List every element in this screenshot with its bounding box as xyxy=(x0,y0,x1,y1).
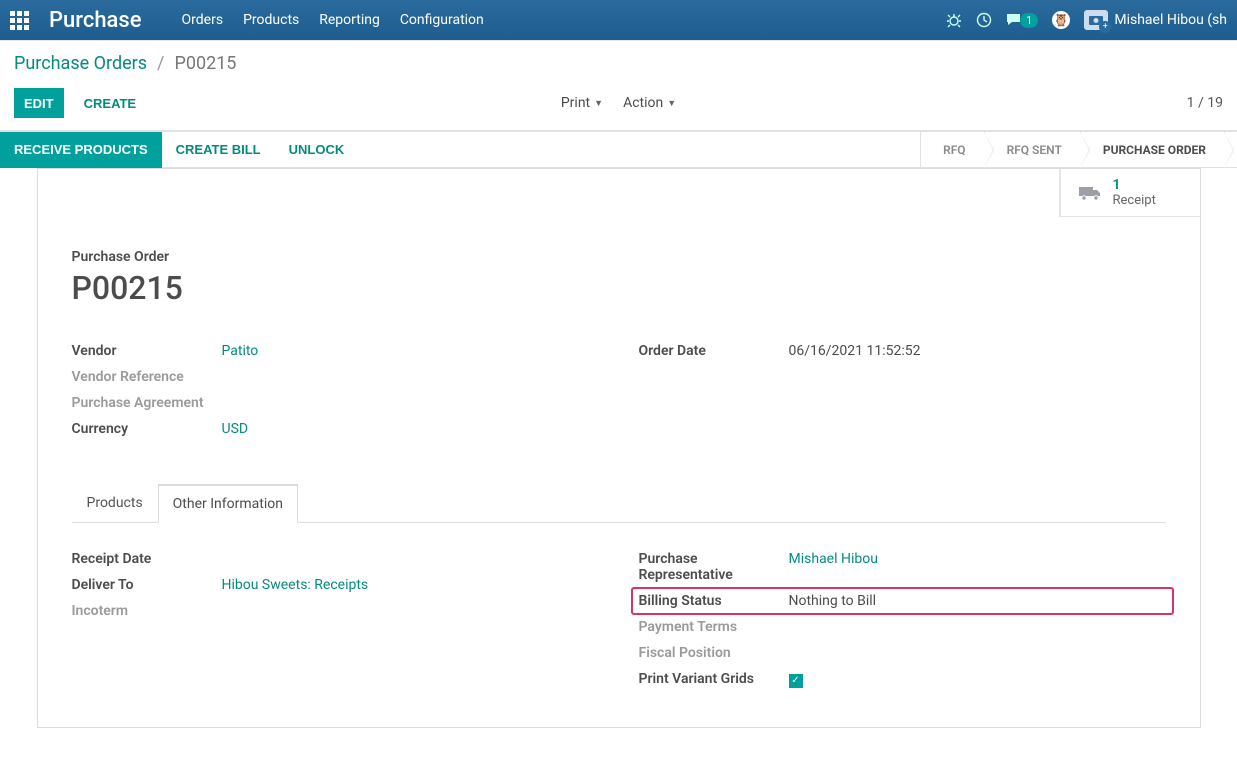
rep-label: Purchase Representative xyxy=(639,551,789,583)
messages-icon[interactable]: 1 xyxy=(1006,12,1038,28)
messages-badge: 1 xyxy=(1020,13,1038,28)
vendor-ref-value xyxy=(222,369,599,385)
action-dropdown[interactable]: Action▼ xyxy=(623,95,676,111)
create-bill-button[interactable]: CREATE BILL xyxy=(162,132,275,168)
menu-reporting[interactable]: Reporting xyxy=(319,12,380,28)
rep-value[interactable]: Mishael Hibou xyxy=(789,551,1166,583)
bug-icon[interactable] xyxy=(946,12,962,28)
print-dropdown[interactable]: Print▼ xyxy=(561,95,603,111)
tabs: Products Other Information xyxy=(72,483,1166,523)
breadcrumb-current: P00215 xyxy=(174,53,236,74)
status-step-rfq-sent[interactable]: RFQ SENT xyxy=(984,132,1080,167)
receive-products-button[interactable]: RECEIVE PRODUCTS xyxy=(0,132,162,168)
vendor-value[interactable]: Patito xyxy=(222,343,599,359)
payment-terms-value xyxy=(789,619,1166,635)
breadcrumb: Purchase Orders / P00215 xyxy=(14,53,1223,74)
main-menu: Orders Products Reporting Configuration xyxy=(182,12,484,28)
title-value: P00215 xyxy=(72,269,1166,307)
menu-configuration[interactable]: Configuration xyxy=(400,12,484,28)
clock-icon[interactable] xyxy=(976,12,992,28)
receipt-date-label: Receipt Date xyxy=(72,551,222,567)
unlock-button[interactable]: UNLOCK xyxy=(275,132,359,168)
print-variant-grids-value[interactable]: ✓ xyxy=(789,671,1166,688)
control-panel: Purchase Orders / P00215 EDIT CREATE Pri… xyxy=(0,40,1237,132)
fiscal-position-value xyxy=(789,645,1166,661)
agreement-label: Purchase Agreement xyxy=(72,395,222,411)
payment-terms-label: Payment Terms xyxy=(639,619,789,635)
user-menu[interactable]: + Mishael Hibou (sh xyxy=(1084,10,1227,30)
truck-icon xyxy=(1079,184,1103,202)
receipt-date-value xyxy=(222,551,599,567)
incoterm-value xyxy=(222,603,599,619)
tab-other-information[interactable]: Other Information xyxy=(158,484,298,523)
edit-button[interactable]: EDIT xyxy=(14,88,64,118)
fiscal-position-label: Fiscal Position xyxy=(639,645,789,661)
title-label: Purchase Order xyxy=(72,249,1166,265)
user-name: Mishael Hibou (sh xyxy=(1114,12,1227,28)
menu-orders[interactable]: Orders xyxy=(182,12,224,28)
currency-value[interactable]: USD xyxy=(222,421,599,437)
status-bar: RECEIVE PRODUCTS CREATE BILL UNLOCK RFQ … xyxy=(0,132,1237,168)
billing-status-value: Nothing to Bill xyxy=(789,593,1166,609)
top-nav-right: 1 🦉 + Mishael Hibou (sh xyxy=(946,10,1227,30)
order-date-value: 06/16/2021 11:52:52 xyxy=(789,343,1166,359)
menu-products[interactable]: Products xyxy=(243,12,299,28)
form-sheet: 1 Receipt Purchase Order P00215 Vendor P… xyxy=(37,168,1201,728)
receipt-label: Receipt xyxy=(1113,193,1156,208)
apps-icon[interactable] xyxy=(10,11,29,30)
pager[interactable]: 1 / 19 xyxy=(1187,95,1223,111)
tab-products[interactable]: Products xyxy=(72,484,158,523)
print-variant-grids-label: Print Variant Grids xyxy=(639,671,789,688)
incoterm-label: Incoterm xyxy=(72,603,222,619)
deliver-to-label: Deliver To xyxy=(72,577,222,593)
vendor-label: Vendor xyxy=(72,343,222,359)
order-date-label: Order Date xyxy=(639,343,789,359)
deliver-to-value[interactable]: Hibou Sweets: Receipts xyxy=(222,577,599,593)
top-nav: Purchase Orders Products Reporting Confi… xyxy=(0,0,1237,40)
billing-status-label: Billing Status xyxy=(639,593,789,609)
camera-icon: + xyxy=(1084,10,1108,30)
status-step-rfq[interactable]: RFQ xyxy=(920,132,984,167)
checkbox-checked-icon[interactable]: ✓ xyxy=(789,674,803,688)
breadcrumb-parent[interactable]: Purchase Orders xyxy=(14,53,147,74)
brand-title[interactable]: Purchase xyxy=(49,8,142,33)
currency-label: Currency xyxy=(72,421,222,437)
create-button[interactable]: CREATE xyxy=(74,88,146,118)
agreement-value xyxy=(222,395,599,411)
billing-status-highlight: Billing Status Nothing to Bill xyxy=(631,587,1174,615)
breadcrumb-sep: / xyxy=(157,53,164,74)
receipt-count: 1 xyxy=(1113,177,1156,193)
status-step-purchase-order[interactable]: PURCHASE ORDER xyxy=(1080,132,1224,167)
vendor-ref-label: Vendor Reference xyxy=(72,369,222,385)
receipt-stat-button[interactable]: 1 Receipt xyxy=(1060,169,1200,216)
owl-icon[interactable]: 🦉 xyxy=(1052,11,1070,29)
